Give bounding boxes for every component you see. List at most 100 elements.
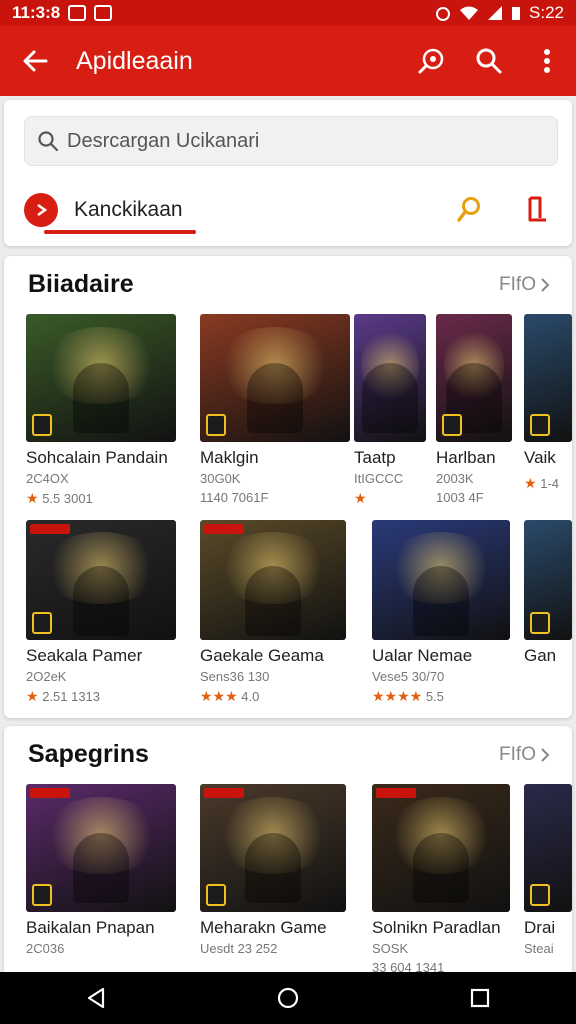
see-more-label: FIfO	[499, 744, 536, 765]
game-name: Sohcalain Pandain	[26, 448, 168, 467]
battery-icon	[512, 7, 521, 20]
game-meta: Uesdt 23 252	[200, 941, 278, 956]
app-title: Apidleaain	[76, 46, 193, 75]
game-tile[interactable]: Ualar Nemae Vese5 30/70 ★★★★ 5.5	[372, 520, 510, 705]
game-thumbnail	[26, 784, 176, 912]
nav-back-icon	[87, 987, 105, 1009]
game-meta: Vese5 30/70	[372, 669, 445, 684]
search-icon	[38, 131, 59, 152]
game-tile[interactable]: Meharakn Game Uesdt 23 252	[200, 784, 346, 956]
see-more-link[interactable]: FIfO	[499, 274, 550, 296]
see-more-label: FIfO	[499, 274, 536, 295]
game-thumbnail	[200, 314, 350, 442]
game-thumbnail	[524, 314, 572, 442]
game-name: Baikalan Pnapan	[26, 918, 155, 937]
game-meta: 2003K	[436, 471, 474, 486]
message-icon	[94, 5, 113, 21]
section-recommended: Sapegrins FIfO Baikalan Pnapan 2C036 Meh…	[4, 726, 572, 976]
game-rating: ★ 2.51 1313	[26, 688, 101, 704]
game-name: Drai	[524, 918, 556, 937]
tab-indicator	[44, 230, 196, 234]
notification-icon	[68, 5, 87, 21]
star-icon: ★	[26, 490, 39, 506]
game-tile[interactable]: Seakala Pamer 2O2eK ★ 2.51 1313	[26, 520, 176, 705]
game-meta: 30G0K	[200, 471, 241, 486]
game-thumbnail	[200, 784, 346, 912]
game-tile[interactable]: Harlban 2003K 1003 4F	[436, 314, 512, 505]
game-name: Solnikn Paradlan	[372, 918, 501, 937]
chevron-right-icon	[541, 748, 550, 762]
category-tab[interactable]: Kanckikaan	[24, 186, 558, 234]
system-nav-bar	[0, 972, 576, 1024]
game-tile[interactable]: Drai Steai	[524, 784, 572, 956]
section-featured: Biiadaire FIfO Sohcalain Pandain 2C4OX ★…	[4, 256, 572, 718]
game-name: Harlban	[436, 448, 496, 467]
game-thumbnail	[372, 784, 510, 912]
star-icon: ★	[26, 688, 39, 704]
nav-back-button[interactable]	[66, 972, 126, 1024]
game-meta: SOSK	[372, 941, 409, 956]
game-name: Maklgin	[200, 448, 259, 467]
game-thumbnail	[26, 520, 176, 640]
section-title: Sapegrins	[28, 740, 149, 768]
game-rating: 1003 4F	[436, 490, 484, 505]
search-button[interactable]	[460, 26, 518, 96]
game-thumbnail	[354, 314, 426, 442]
app-bar: Apidleaain	[0, 26, 576, 96]
game-rating: ★ 5.5 3001	[26, 490, 93, 506]
game-rating: ★ 1-4	[524, 475, 559, 491]
search-bar[interactable]	[24, 116, 558, 166]
game-tile[interactable]: Sohcalain Pandain 2C4OX ★ 5.5 3001	[26, 314, 176, 507]
signal-icon	[488, 6, 503, 20]
game-name: Gaekale Geama	[200, 646, 324, 665]
game-tile[interactable]: Gaekale Geama Sens36 130 ★★★ 4.0	[200, 520, 346, 705]
game-rating: 1140 7061F	[200, 490, 269, 505]
alarm-icon	[436, 7, 451, 21]
game-name: Meharakn Game	[200, 918, 327, 937]
nav-home-icon	[277, 987, 299, 1009]
discover-button[interactable]	[402, 26, 460, 96]
wifi-icon	[460, 6, 479, 20]
nav-recents-button[interactable]	[450, 972, 510, 1024]
game-meta: ItIGCCC	[354, 471, 404, 486]
game-rating: ★★★ 4.0	[200, 688, 260, 704]
game-thumbnail	[524, 520, 572, 640]
see-more-link[interactable]: FIfO	[499, 744, 550, 766]
game-tile[interactable]: Vaik ★ 1-4	[524, 314, 572, 492]
nav-home-button[interactable]	[258, 972, 318, 1024]
game-thumbnail	[436, 314, 512, 442]
star-icon: ★★★★	[372, 688, 423, 704]
bookmark-icon[interactable]	[526, 196, 548, 224]
game-name: Taatp	[354, 448, 396, 467]
back-button[interactable]	[0, 26, 70, 96]
game-tile[interactable]: Maklgin 30G0K 1140 7061F	[200, 314, 350, 505]
game-rating: ★	[354, 490, 426, 507]
discover-icon	[418, 48, 444, 74]
game-tile[interactable]: Taatp ItIGCCC ★	[354, 314, 426, 507]
game-thumbnail	[372, 520, 510, 640]
game-tile[interactable]: Gan	[524, 520, 572, 666]
status-bar: 11:3:8 S:22	[0, 0, 576, 26]
game-meta: Steai	[524, 941, 554, 956]
category-icon	[24, 193, 58, 227]
search-icon	[476, 48, 502, 74]
game-name: Seakala Pamer	[26, 646, 143, 665]
search-card: Kanckikaan	[4, 100, 572, 246]
more-vert-icon	[544, 49, 550, 73]
game-thumbnail	[200, 520, 346, 640]
star-icon: ★	[354, 490, 367, 506]
game-meta: 2C4OX	[26, 471, 69, 486]
game-name: Vaik	[524, 448, 556, 467]
status-clock: S:22	[529, 3, 564, 22]
search-input[interactable]	[67, 129, 527, 153]
game-tile[interactable]: Solnikn Paradlan SOSK 33 604 1341	[372, 784, 510, 975]
game-name: Gan	[524, 646, 557, 665]
search-icon[interactable]	[456, 196, 482, 224]
game-thumbnail	[524, 784, 572, 912]
chevron-right-icon	[541, 278, 550, 292]
overflow-menu-button[interactable]	[518, 26, 576, 96]
star-icon: ★★★	[200, 688, 238, 704]
game-tile[interactable]: Baikalan Pnapan 2C036	[26, 784, 176, 956]
star-icon: ★	[524, 475, 537, 491]
section-title: Biiadaire	[28, 270, 134, 298]
